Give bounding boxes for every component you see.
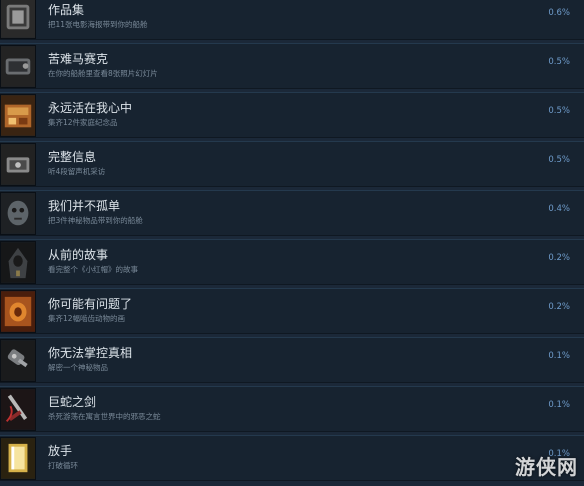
achievement-percent: 0.5% (548, 155, 570, 165)
glowing-book-icon (0, 437, 36, 480)
phonograph-icon (0, 143, 36, 186)
achievement-percent: 0.6% (548, 8, 570, 18)
achievement-description: 在你的船舱里查看8张照片幻灯片 (48, 69, 158, 78)
achievement-description: 集齐12幅啮齿动物的画 (48, 314, 126, 323)
drill-gadget-icon (0, 339, 36, 382)
achievement-title: 苦难马赛克 (48, 52, 109, 66)
mysterious-mask-icon (0, 192, 36, 235)
achievement-description: 打破循环 (48, 461, 78, 470)
achievement-description: 听4段留声机采访 (48, 167, 106, 176)
serpent-sword-icon (0, 388, 36, 431)
achievement-row[interactable]: 你无法掌控真相 解密一个神秘物品 0.1% (0, 337, 584, 383)
achievement-title: 你无法掌控真相 (48, 346, 133, 360)
film-reel-icon (0, 0, 36, 39)
achievement-row[interactable]: 永远活在我心中 集齐12件家庭纪念品 0.5% (0, 92, 584, 138)
achievement-row[interactable]: 完整信息 听4段留声机采访 0.5% (0, 141, 584, 187)
achievement-percent: 0.4% (548, 204, 570, 214)
memento-box-icon (0, 94, 36, 137)
achievement-row[interactable]: 你可能有问题了 集齐12幅啮齿动物的画 0.2% (0, 288, 584, 334)
achievement-description: 把3件神秘物品带到你的船舱 (48, 216, 143, 225)
achievement-title: 永远活在我心中 (48, 101, 133, 115)
achievement-percent: 0.2% (548, 302, 570, 312)
achievement-row[interactable]: 作品集 把11张电影海报带到你的船舱 0.6% (0, 0, 584, 40)
achievement-percent: 0.1% (548, 351, 570, 361)
achievement-description: 把11张电影海报带到你的船舱 (48, 20, 148, 29)
achievement-description: 看完整个《小红帽》的故事 (48, 265, 138, 274)
rodent-painting-icon (0, 290, 36, 333)
achievement-percent: 0.5% (548, 106, 570, 116)
achievement-title: 我们并不孤单 (48, 199, 121, 213)
achievement-percent: 0.2% (548, 253, 570, 263)
achievement-percent: 0.1% (548, 400, 570, 410)
achievement-row[interactable]: 放手 打破循环 0.1% (0, 435, 584, 481)
achievement-row[interactable]: 我们并不孤单 把3件神秘物品带到你的船舱 0.4% (0, 190, 584, 236)
achievement-row[interactable]: 苦难马赛克 在你的船舱里查看8张照片幻灯片 0.5% (0, 43, 584, 89)
achievement-description: 杀死游荡在寓言世界中的邪恶之蛇 (48, 412, 161, 421)
achievement-row[interactable]: 巨蛇之剑 杀死游荡在寓言世界中的邪恶之蛇 0.1% (0, 386, 584, 432)
achievement-title: 你可能有问题了 (48, 297, 133, 311)
achievement-title: 从前的故事 (48, 248, 109, 262)
achievement-title: 完整信息 (48, 150, 97, 164)
achievement-row[interactable]: 从前的故事 看完整个《小红帽》的故事 0.2% (0, 239, 584, 285)
site-watermark: 游侠网 (515, 455, 578, 479)
achievement-percent: 0.5% (548, 57, 570, 67)
slide-projector-icon (0, 45, 36, 88)
achievement-title: 巨蛇之剑 (48, 395, 97, 409)
achievement-description: 集齐12件家庭纪念品 (48, 118, 118, 127)
achievement-title: 作品集 (48, 3, 85, 17)
achievement-title: 放手 (48, 444, 73, 458)
achievement-description: 解密一个神秘物品 (48, 363, 108, 372)
hooded-figure-icon (0, 241, 36, 284)
